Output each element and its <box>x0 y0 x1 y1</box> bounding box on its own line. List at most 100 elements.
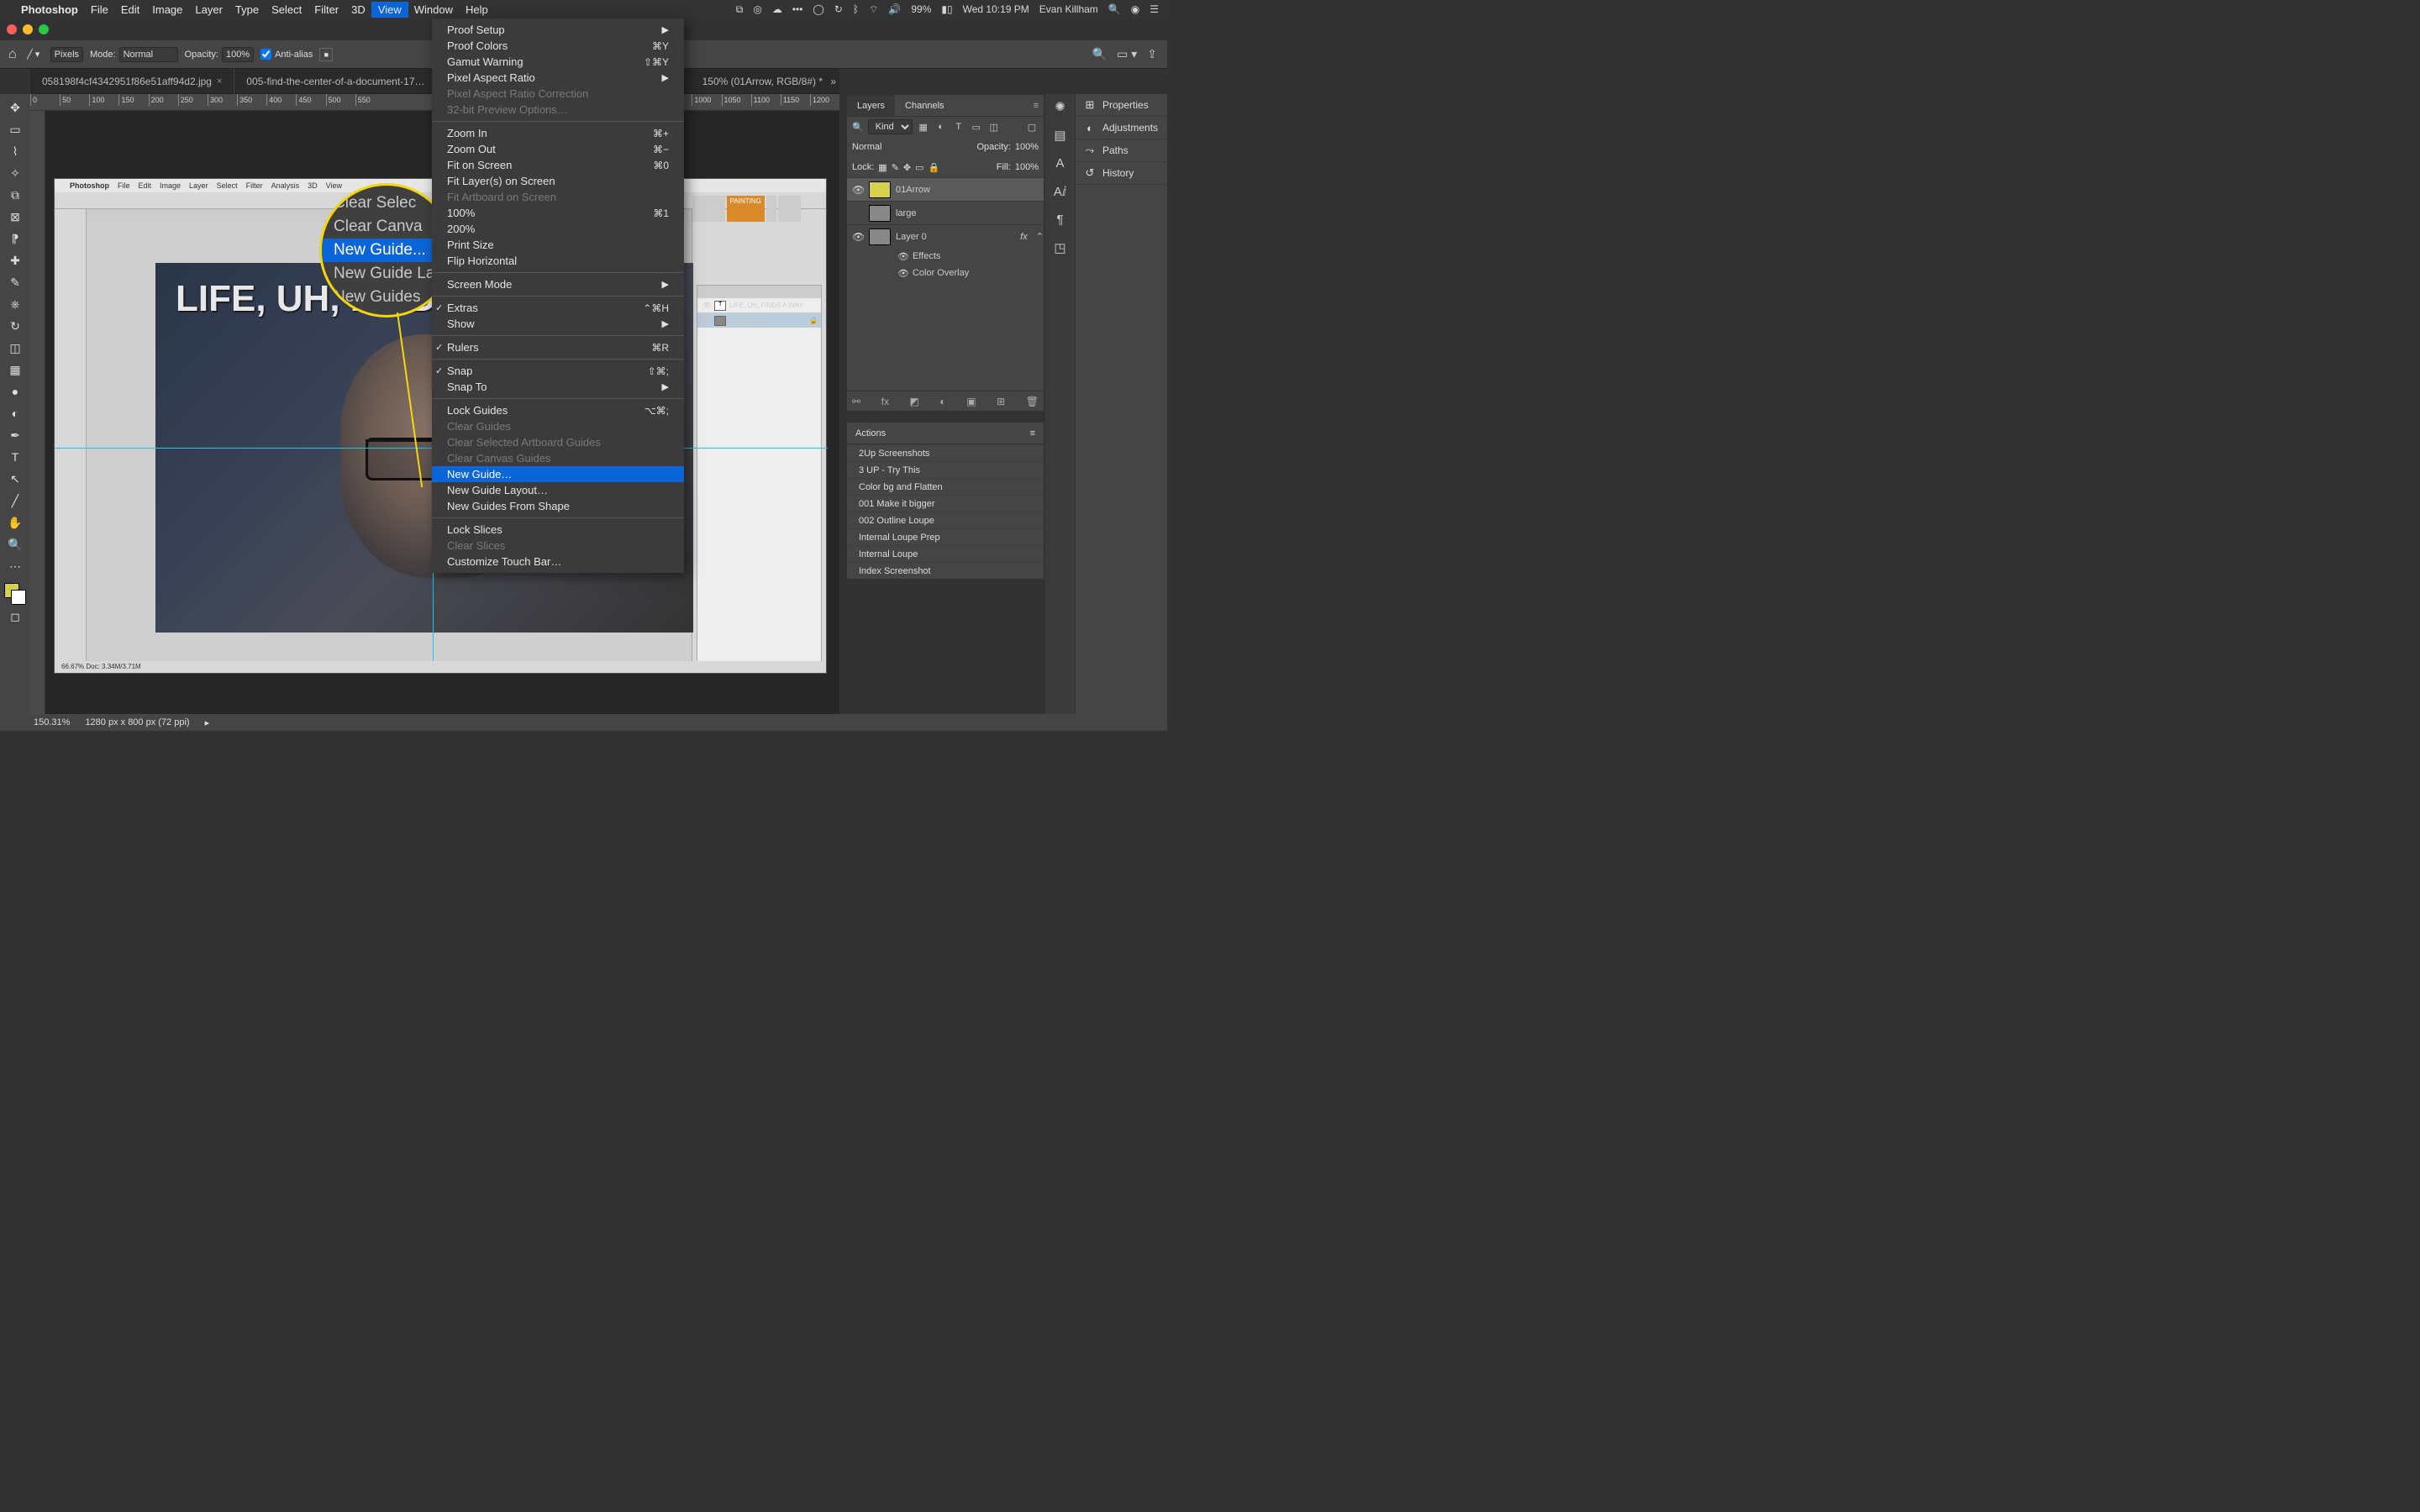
empty-circle-icon[interactable]: ◯ <box>813 3 823 15</box>
mi-fit[interactable]: Fit on Screen⌘0 <box>432 157 684 173</box>
tab-2[interactable]: 005-find-the-center-of-a-document-17… <box>234 69 437 93</box>
mi-proof-setup[interactable]: Proof Setup▶ <box>432 22 684 38</box>
battery-icon[interactable]: ▮▯ <box>941 3 952 15</box>
close-button[interactable] <box>7 24 17 34</box>
tab-1[interactable]: 058198f4cf4342951f86e51aff94d2.jpg× <box>30 69 234 93</box>
action-item[interactable]: 3 UP - Try This <box>847 461 1044 478</box>
blur-tool-icon[interactable]: ● <box>3 381 27 402</box>
menu-layer[interactable]: Layer <box>195 3 223 16</box>
action-item[interactable]: Index Screenshot <box>847 562 1044 579</box>
mi-rulers[interactable]: ✓Rulers⌘R <box>432 339 684 355</box>
action-item[interactable]: Internal Loupe <box>847 545 1044 562</box>
ruler-vertical[interactable] <box>30 111 45 714</box>
lock-trans-icon[interactable]: ▦ <box>878 162 886 173</box>
zoom-tool-icon[interactable]: 🔍 <box>3 534 27 554</box>
search-icon[interactable]: 🔍 <box>1092 47 1107 61</box>
tabs-overflow-icon[interactable]: » <box>830 76 836 87</box>
actions-menu-icon[interactable]: ≡ <box>1030 428 1035 438</box>
menu-3d[interactable]: 3D <box>351 3 366 16</box>
eye-icon[interactable]: 👁 <box>852 231 864 243</box>
hand-tool-icon[interactable]: ✋ <box>3 512 27 533</box>
eye-icon[interactable]: 👁 <box>897 268 909 279</box>
fx-icon[interactable]: fx <box>881 396 889 407</box>
tab-channels[interactable]: Channels <box>895 95 954 116</box>
history-brush-icon[interactable]: ↻ <box>3 316 27 336</box>
mode-select[interactable]: Normal <box>119 47 178 62</box>
minimize-button[interactable] <box>23 24 33 34</box>
mask-icon[interactable]: ◩ <box>910 396 919 407</box>
fill-value[interactable]: 100% <box>1015 162 1039 172</box>
quickmask-icon[interactable]: ◻ <box>3 606 27 627</box>
mi-gamut[interactable]: Gamut Warning⇧⌘Y <box>432 54 684 70</box>
mi-screenmode[interactable]: Screen Mode▶ <box>432 276 684 292</box>
mi-zoomout[interactable]: Zoom Out⌘− <box>432 141 684 157</box>
filter-type-icon[interactable]: T <box>952 120 965 134</box>
mi-newguide[interactable]: New Guide… <box>432 466 684 482</box>
status-chevron-icon[interactable]: ▸ <box>205 717 210 728</box>
layer-row-1[interactable]: 👁01Arrow <box>847 177 1044 201</box>
menu-window[interactable]: Window <box>414 3 453 16</box>
filter-smart-icon[interactable]: ◫ <box>987 120 1001 134</box>
new-layer-icon[interactable]: ⊞ <box>997 396 1005 407</box>
battery-pct[interactable]: 99% <box>911 3 931 15</box>
mi-fitlayer[interactable]: Fit Layer(s) on Screen <box>432 173 684 189</box>
layer-opacity[interactable]: 100% <box>1015 142 1039 152</box>
menu-type[interactable]: Type <box>235 3 259 16</box>
bluetooth-icon[interactable]: ᛒ <box>853 3 859 15</box>
brush-tool-icon[interactable]: ✎ <box>3 272 27 292</box>
3d-panel-icon[interactable]: ◳ <box>1054 240 1065 255</box>
menu-file[interactable]: File <box>91 3 108 16</box>
mi-show[interactable]: Show▶ <box>432 316 684 332</box>
kind-select[interactable]: Kind <box>868 119 913 134</box>
heal-tool-icon[interactable]: ✚ <box>3 250 27 270</box>
type-tool-icon[interactable]: T <box>3 447 27 467</box>
siri-icon[interactable]: ◉ <box>1131 3 1139 15</box>
menu-edit[interactable]: Edit <box>121 3 139 16</box>
panel-paths[interactable]: ⤳Paths <box>1076 139 1167 162</box>
dropbox-icon[interactable]: ⧉ <box>736 3 744 16</box>
maximize-button[interactable] <box>39 24 49 34</box>
pen-tool-icon[interactable]: ✒ <box>3 425 27 445</box>
move-tool-icon[interactable]: ✥ <box>3 97 27 118</box>
wifi-icon[interactable]: ⌔ <box>869 3 878 16</box>
mi-extras[interactable]: ✓Extras⌃⌘H <box>432 300 684 316</box>
action-item[interactable]: Internal Loupe Prep <box>847 528 1044 545</box>
panel-history[interactable]: ↺History <box>1076 162 1167 185</box>
clock[interactable]: Wed 10:19 PM <box>963 3 1029 15</box>
blend-select[interactable]: Normal <box>852 142 919 152</box>
action-item[interactable]: 2Up Screenshots <box>847 444 1044 461</box>
eyedropper-tool-icon[interactable]: ⁋ <box>3 228 27 249</box>
kind-search-icon[interactable]: 🔍 <box>852 122 864 133</box>
layer-effects[interactable]: 👁Effects <box>847 248 1044 265</box>
eye-icon[interactable]: 👁 <box>852 184 864 196</box>
char-panel-icon[interactable]: A <box>1055 156 1064 171</box>
lasso-tool-icon[interactable]: ⌇ <box>3 141 27 161</box>
path-tool-icon[interactable]: ↖ <box>3 469 27 489</box>
crop-tool-icon[interactable]: ⧉ <box>3 185 27 205</box>
screenmode-icon[interactable]: ▭ ▾ <box>1117 47 1137 61</box>
link-icon[interactable]: ⚯ <box>852 396 860 407</box>
tab-1-close-icon[interactable]: × <box>217 76 222 87</box>
mi-snapto[interactable]: Snap To▶ <box>432 379 684 395</box>
frame-tool-icon[interactable]: ⊠ <box>3 207 27 227</box>
para-panel-icon[interactable]: ¶ <box>1056 213 1063 227</box>
swatches-icon[interactable]: ▤ <box>1054 128 1065 143</box>
menu-select[interactable]: Select <box>271 3 302 16</box>
more-icon[interactable]: ■ <box>319 48 333 61</box>
menu-image[interactable]: Image <box>152 3 182 16</box>
status-zoom[interactable]: 150.31% <box>34 717 70 727</box>
adj-icon[interactable]: ◐ <box>939 396 945 407</box>
glyph-panel-icon[interactable]: Aⅈ <box>1054 184 1066 199</box>
share-icon[interactable]: ⇪ <box>1147 47 1157 61</box>
opacity-select[interactable]: 100% <box>222 47 254 62</box>
filter-pixel-icon[interactable]: ▦ <box>917 120 930 134</box>
cc-icon[interactable]: ◎ <box>753 3 761 15</box>
mi-newguidelayout[interactable]: New Guide Layout… <box>432 482 684 498</box>
action-item[interactable]: 001 Make it bigger <box>847 495 1044 512</box>
dodge-tool-icon[interactable]: ◐ <box>3 403 27 423</box>
dots-icon[interactable]: ••• <box>792 3 803 15</box>
spotlight-icon[interactable]: 🔍 <box>1108 3 1121 15</box>
lock-all-icon[interactable]: 🔒 <box>929 162 940 173</box>
mi-newguidesshape[interactable]: New Guides From Shape <box>432 498 684 514</box>
mi-printsize[interactable]: Print Size <box>432 237 684 253</box>
